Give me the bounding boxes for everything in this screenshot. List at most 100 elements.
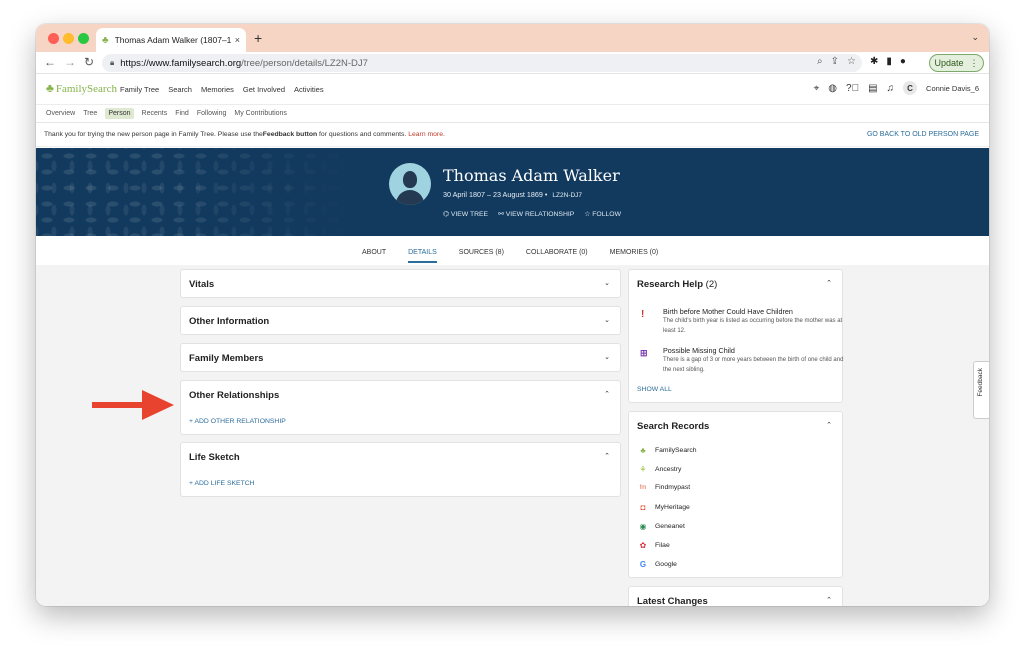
subnav-recents[interactable]: Recents	[142, 110, 168, 117]
nav-search[interactable]: Search	[168, 85, 192, 94]
section-title: Family Members	[189, 353, 264, 364]
search-record-ancestry[interactable]: ⚘ Ancestry	[639, 465, 681, 474]
subnav-find[interactable]: Find	[175, 110, 189, 117]
sidebar-icon[interactable]: ▮	[886, 56, 892, 67]
subnav-tree[interactable]: Tree	[83, 110, 97, 117]
chevron-down-icon[interactable]: ⌄	[604, 279, 610, 287]
latest-changes-panel[interactable]: Latest Changes ⌃	[628, 586, 843, 606]
tab-close-icon[interactable]: ×	[235, 35, 240, 45]
notice-text-bold: Feedback button	[262, 131, 318, 138]
bookmark-star-icon[interactable]: ☆	[847, 56, 856, 67]
location-pin-icon[interactable]: ⌖	[814, 83, 820, 94]
follow-button[interactable]: ☆ FOLLOW	[584, 210, 621, 218]
globe-icon[interactable]: ◍	[828, 83, 837, 94]
share-icon[interactable]: ⇪	[831, 56, 839, 67]
new-tab-button[interactable]: +	[254, 30, 262, 46]
reload-icon[interactable]: ↻	[84, 55, 94, 69]
other-relationships-section[interactable]: Other Relationships ⌃ + ADD OTHER RELATI…	[180, 380, 621, 435]
search-records-panel: Search Records ⌃ ♣ FamilySearch ⚘ Ancestry…	[628, 411, 843, 578]
family-members-section[interactable]: Family Members ⌄	[180, 343, 621, 372]
subnav-my-contributions[interactable]: My Contributions	[234, 110, 287, 117]
main-nav: Family Tree Search Memories Get Involved…	[120, 85, 324, 94]
research-hint[interactable]: ! Birth before Mother Could Have Childre…	[637, 307, 842, 337]
hint-title: Possible Missing Child	[663, 346, 735, 355]
search-record-google[interactable]: G Google	[639, 560, 677, 569]
relationship-icon: ⚯	[498, 211, 504, 218]
tab-title: Thomas Adam Walker (1807–1…	[114, 35, 231, 45]
family-tree-subnav: Overview Tree Person Recents Find Follow…	[36, 105, 989, 123]
subnav-following[interactable]: Following	[197, 110, 227, 117]
address-bar[interactable]: 🔒︎ https://www.familysearch.org/tree/per…	[102, 54, 862, 72]
notifications-bell-icon[interactable]: ♫	[887, 83, 895, 94]
person-id[interactable]: LZ2N-DJ7	[552, 192, 582, 199]
add-other-relationship-button[interactable]: + ADD OTHER RELATIONSHIP	[189, 418, 286, 425]
nav-family-tree[interactable]: Family Tree	[120, 85, 159, 94]
search-record-familysearch[interactable]: ♣ FamilySearch	[639, 446, 696, 455]
minimize-window-button[interactable]	[63, 33, 74, 44]
user-avatar[interactable]: C	[903, 81, 918, 95]
lock-icon: 🔒︎	[110, 58, 115, 67]
chevron-down-icon[interactable]: ⌄	[971, 32, 979, 43]
search-record-geneanet[interactable]: ◉ Geneanet	[639, 522, 685, 531]
missing-child-icon: ⊞	[640, 348, 648, 358]
tree-logo-icon: ♣	[46, 81, 54, 95]
add-life-sketch-button[interactable]: + ADD LIFE SKETCH	[189, 480, 255, 487]
help-icon[interactable]: ?⃝	[846, 83, 859, 94]
tree-icon: ⌬	[443, 211, 449, 218]
subnav-overview[interactable]: Overview	[46, 110, 75, 117]
browser-tab[interactable]: ♣ Thomas Adam Walker (1807–1… ×	[96, 28, 246, 52]
vitals-section[interactable]: Vitals ⌄	[180, 269, 621, 298]
chevron-up-icon[interactable]: ⌃	[604, 390, 610, 398]
subnav-person[interactable]: Person	[105, 108, 134, 119]
close-window-button[interactable]	[48, 33, 59, 44]
familysearch-icon: ♣	[640, 446, 646, 455]
nav-activities[interactable]: Activities	[294, 85, 324, 94]
update-label: Update	[934, 58, 964, 68]
nav-get-involved[interactable]: Get Involved	[243, 85, 285, 94]
research-hint[interactable]: ⊞ Possible Missing Child There is a gap …	[637, 346, 843, 376]
tab-memories[interactable]: MEMORIES (0)	[610, 249, 659, 263]
life-sketch-section[interactable]: Life Sketch ⌃ + ADD LIFE SKETCH	[180, 442, 621, 497]
search-record-myheritage[interactable]: ◘ MyHeritage	[639, 503, 690, 512]
chevron-up-icon[interactable]: ⌃	[826, 279, 832, 287]
chevron-up-icon[interactable]: ⌃	[826, 596, 832, 604]
back-arrow-icon[interactable]: ←	[44, 55, 56, 69]
chevron-down-icon[interactable]: ⌄	[604, 316, 610, 324]
section-title: Other Information	[189, 316, 270, 327]
learn-more-link[interactable]: Learn more.	[408, 131, 445, 138]
tab-sources[interactable]: SOURCES (8)	[459, 249, 504, 263]
toolbar-icons: ✱ ▮ ●	[870, 56, 906, 67]
familysearch-logo[interactable]: ♣ FamilySearch	[46, 81, 117, 96]
warning-exclamation-icon: !	[641, 309, 645, 320]
person-tabs: ABOUT DETAILS SOURCES (8) COLLABORATE (0…	[362, 249, 658, 263]
go-back-old-page-link[interactable]: GO BACK TO OLD PERSON PAGE	[867, 131, 979, 138]
search-records-title: Search Records	[637, 421, 710, 432]
chevron-up-icon[interactable]: ⌃	[604, 452, 610, 460]
view-relationship-button[interactable]: ⚯ VIEW RELATIONSHIP	[498, 210, 574, 218]
extensions-puzzle-icon[interactable]: ✱	[870, 56, 878, 67]
chevron-up-icon[interactable]: ⌃	[826, 421, 832, 429]
zoom-icon[interactable]: ⌕	[817, 56, 823, 67]
search-record-findmypast[interactable]: fm Findmypast	[639, 484, 690, 491]
ancestry-leaf-icon: ⚘	[639, 465, 647, 474]
messages-icon[interactable]: ▤	[868, 83, 877, 94]
profile-avatar-icon[interactable]: ●	[900, 56, 906, 67]
tab-bar: ♣ Thomas Adam Walker (1807–1… × + ⌄	[36, 24, 989, 52]
myheritage-icon: ◘	[640, 503, 646, 512]
tab-details[interactable]: DETAILS	[408, 249, 437, 263]
show-all-link[interactable]: SHOW ALL	[637, 386, 672, 393]
user-name[interactable]: Connie Davis_6	[926, 84, 979, 93]
feedback-side-tab[interactable]: Feedback	[973, 361, 989, 419]
nav-memories[interactable]: Memories	[201, 85, 234, 94]
other-information-section[interactable]: Other Information ⌄	[180, 306, 621, 335]
chevron-down-icon[interactable]: ⌄	[604, 353, 610, 361]
maximize-window-button[interactable]	[78, 33, 89, 44]
tab-collaborate[interactable]: COLLABORATE (0)	[526, 249, 588, 263]
details-content: Vitals ⌄ Other Information ⌄ Family Memb…	[36, 265, 989, 606]
search-record-filae[interactable]: ✿ Filae	[639, 541, 670, 550]
person-avatar[interactable]	[389, 163, 431, 205]
update-button[interactable]: Update ⋮	[929, 54, 984, 72]
forward-arrow-icon[interactable]: →	[64, 55, 76, 69]
tab-about[interactable]: ABOUT	[362, 249, 386, 263]
view-tree-button[interactable]: ⌬ VIEW TREE	[443, 210, 488, 218]
